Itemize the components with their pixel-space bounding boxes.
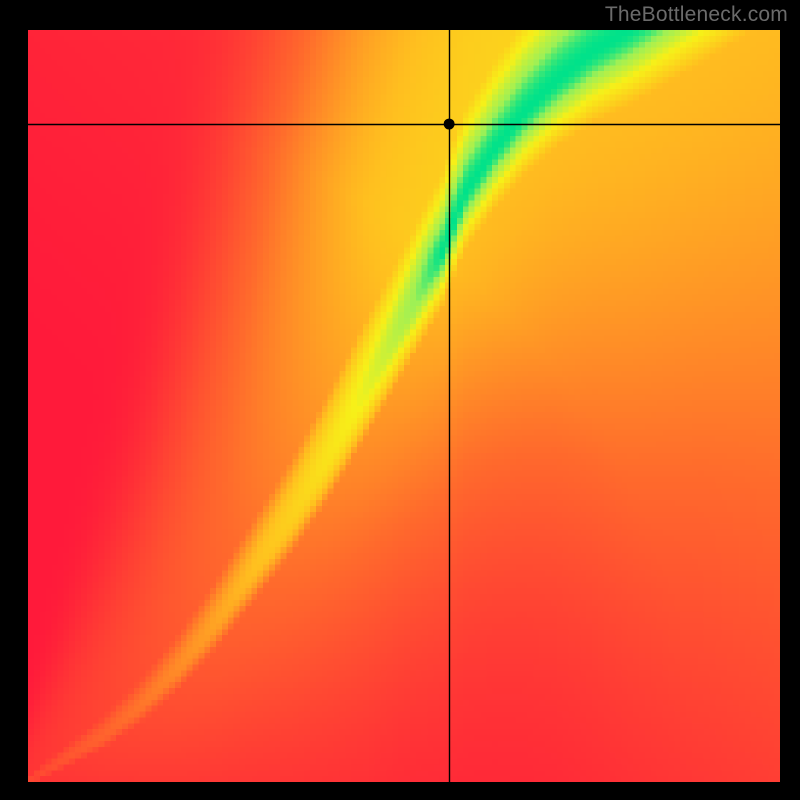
plot-area [28, 30, 780, 782]
heatmap-canvas [28, 30, 780, 782]
watermark-text: TheBottleneck.com [605, 3, 788, 27]
chart-frame: TheBottleneck.com [0, 0, 800, 800]
